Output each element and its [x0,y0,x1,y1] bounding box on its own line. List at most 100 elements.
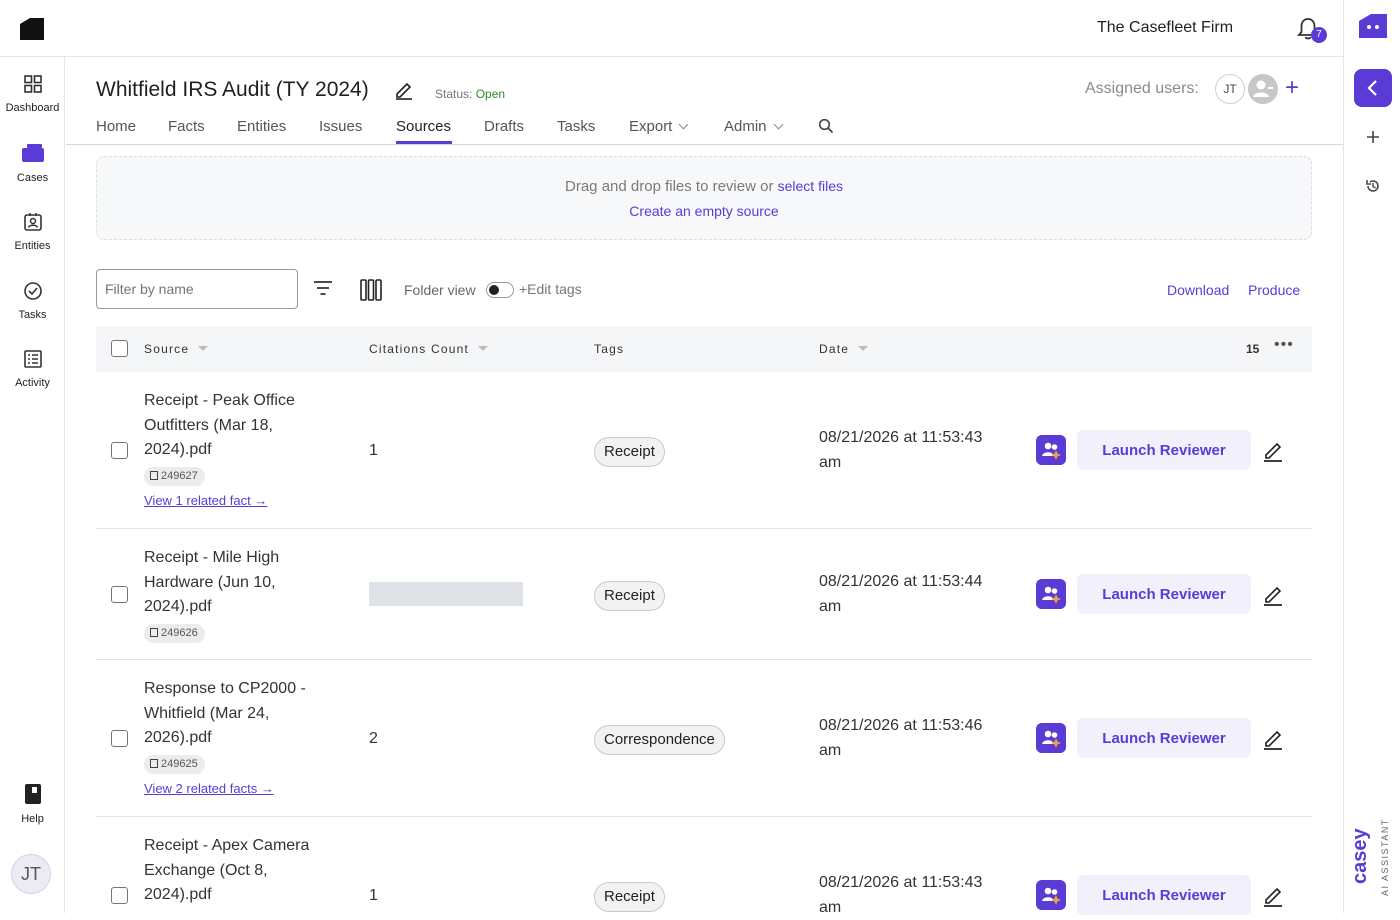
tab-home[interactable]: Home [96,118,136,135]
tab-drafts[interactable]: Drafts [484,118,524,135]
columns-icon[interactable] [360,279,382,301]
assigned-user-placeholder-icon[interactable] [1248,74,1278,104]
tag-chip[interactable]: Receipt [594,437,665,467]
toggle-knob [489,285,499,295]
more-options-icon[interactable]: ••• [1274,336,1294,354]
reviewer-users-icon[interactable] [1036,880,1066,910]
related-facts-link[interactable]: View 1 related fact → [144,493,334,509]
reviewer-users-icon[interactable] [1036,579,1066,609]
launch-reviewer-button[interactable]: Launch Reviewer [1077,430,1251,470]
download-button[interactable]: Download [1167,282,1229,298]
tab-tasks[interactable]: Tasks [557,118,595,135]
reviewer-users-icon[interactable] [1036,723,1066,753]
produce-button[interactable]: Produce [1248,282,1300,298]
tab-entities[interactable]: Entities [237,118,286,135]
filter-icon[interactable] [313,280,333,296]
tab-issues[interactable]: Issues [319,118,362,135]
contact-card-icon [23,213,42,231]
edit-pencil-icon[interactable] [394,80,414,100]
reviewer-users-icon[interactable] [1036,435,1066,465]
tab-facts[interactable]: Facts [168,118,205,135]
tag-chip[interactable]: Correspondence [594,725,725,755]
active-tab-indicator [396,141,452,144]
folder-view-toggle[interactable] [486,282,514,298]
sidebar-item-entities[interactable]: Entities [0,212,65,252]
edit-tags-button[interactable]: +Edit tags [519,281,582,297]
select-all-checkbox[interactable] [111,340,128,357]
tab-export-label: Export [629,118,673,135]
source-date: 08/21/2026 at 11:53:43 am [819,429,983,471]
sidebar-item-dashboard[interactable]: Dashboard [0,74,65,114]
chevron-down-icon [773,119,783,130]
casey-brand-text: casey [1349,828,1371,884]
source-id: 249625 [161,757,198,770]
row-count: 15 [1246,342,1260,356]
tab-sources[interactable]: Sources [396,118,451,135]
filter-by-name-input[interactable] [96,269,298,309]
row-checkbox[interactable] [111,442,128,459]
tab-admin[interactable]: Admin [724,118,783,135]
launch-reviewer-button[interactable]: Launch Reviewer [1077,875,1251,915]
assigned-users-label: Assigned users: [1085,80,1199,97]
source-name[interactable]: Receipt - Mile High Hardware (Jun 10, 20… [144,546,334,620]
source-id: 249626 [161,626,198,639]
status-value: Open [475,87,506,101]
column-header-citations[interactable]: Citations Count [369,342,489,356]
row-checkbox[interactable] [111,586,128,603]
edit-pencil-icon[interactable] [1262,728,1284,750]
history-icon[interactable] [1365,178,1381,194]
assistant-logo-icon[interactable] [1357,11,1389,41]
column-header-source[interactable]: Source [144,342,209,356]
casefleet-logo-icon[interactable] [18,16,46,42]
source-id: 249627 [161,469,198,482]
tag-chip[interactable]: Receipt [594,581,665,611]
collapse-chevron-icon[interactable] [1354,69,1392,107]
tab-export[interactable]: Export [629,118,689,135]
row-checkbox[interactable] [111,887,128,904]
row-checkbox[interactable] [111,730,128,747]
edit-pencil-icon[interactable] [1262,584,1284,606]
firm-name[interactable]: The Casefleet Firm [1097,19,1233,37]
column-header-tags: Tags [594,342,625,356]
plus-icon[interactable] [1366,130,1380,144]
source-id-chip[interactable]: 249625 [144,754,205,774]
source-id-chip[interactable]: 249627 [144,466,205,486]
briefcase-icon [21,144,44,162]
file-dropzone[interactable]: Drag and drop files to review or select … [96,156,1312,240]
tag-chip[interactable]: Receipt [594,882,665,912]
sidebar-item-cases[interactable]: Cases [0,142,65,184]
sidebar-help-label: Help [21,813,44,825]
sidebar-item-tasks[interactable]: Tasks [0,281,65,321]
launch-reviewer-button[interactable]: Launch Reviewer [1077,718,1251,758]
create-empty-source-link[interactable]: Create an empty source [97,203,1311,219]
source-cell: Response to CP2000 - Whitfield (Mar 24, … [144,677,334,797]
user-avatar[interactable]: JT [11,854,51,894]
launch-reviewer-button[interactable]: Launch Reviewer [1077,574,1251,614]
select-files-link[interactable]: select files [778,178,843,194]
sidebar-item-label: Dashboard [5,102,60,114]
table-row: Receipt - Peak Office Outfitters (Mar 18… [96,372,1312,529]
citations-count: 2 [369,730,378,747]
table-row: Receipt - Mile High Hardware (Jun 10, 20… [96,529,1312,660]
page-title: Whitfield IRS Audit (TY 2024) [96,78,369,101]
related-facts-link[interactable]: View 2 related facts → [144,781,334,797]
citations-count: 1 [369,442,378,459]
edit-pencil-icon[interactable] [1262,885,1284,907]
source-name[interactable]: Receipt - Peak Office Outfitters (Mar 18… [144,389,334,463]
add-user-icon[interactable]: + [1285,76,1299,100]
source-name[interactable]: Response to CP2000 - Whitfield (Mar 24, … [144,677,334,751]
source-cell: Receipt - Mile High Hardware (Jun 10, 20… [144,546,334,644]
sidebar-item-label: Tasks [18,309,47,321]
source-name[interactable]: Receipt - Apex Camera Exchange (Oct 8, 2… [144,834,334,908]
sidebar-item-label: Activity [15,377,50,389]
assigned-user-avatar[interactable]: JT [1215,74,1245,104]
source-date: 08/21/2026 at 11:53:44 am [819,573,983,615]
search-icon[interactable] [818,118,834,134]
edit-pencil-icon[interactable] [1262,440,1284,462]
column-header-date[interactable]: Date [819,342,869,356]
sidebar-item-activity[interactable]: Activity [0,349,65,389]
grid-icon [23,75,42,93]
sidebar-item-help[interactable]: Help [0,783,65,825]
tab-admin-label: Admin [724,118,767,135]
source-id-chip[interactable]: 249626 [144,623,205,643]
